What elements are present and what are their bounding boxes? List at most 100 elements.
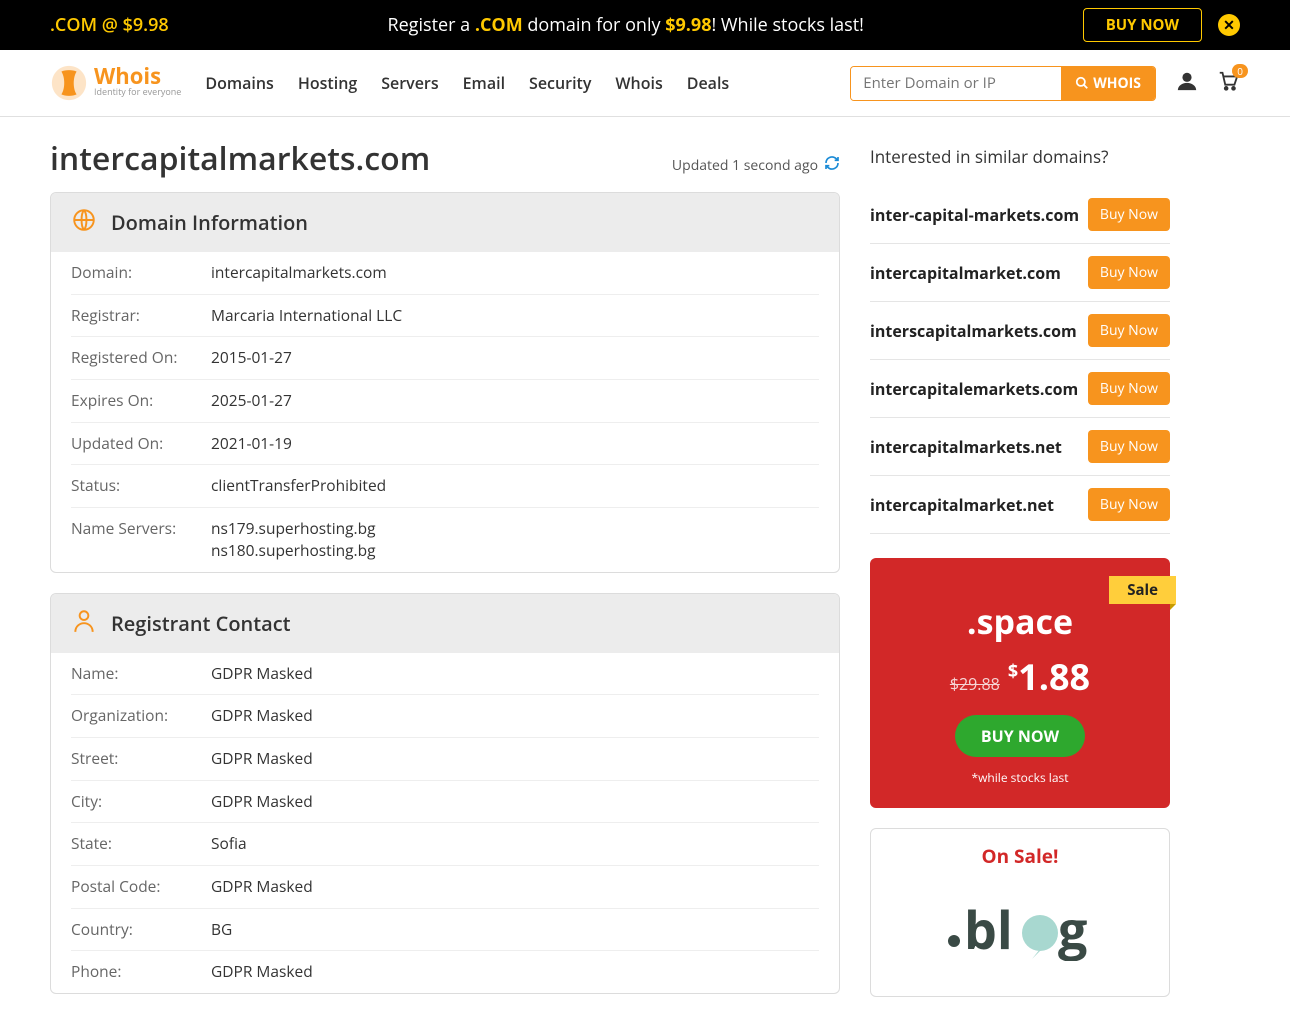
info-label: Expires On:	[71, 390, 211, 412]
promo-banner: .COM @ $9.98 Register a .COM domain for …	[0, 0, 1290, 50]
registrant-card: Registrant Contact Name:GDPR MaskedOrgan…	[50, 593, 840, 995]
svg-text:bl: bl	[964, 894, 1013, 961]
onsale-card: On Sale! bl g	[870, 828, 1170, 997]
contact-row: Country:BG	[71, 909, 819, 952]
refresh-icon[interactable]	[824, 155, 840, 176]
globe-icon	[71, 207, 97, 238]
info-label: Updated On:	[71, 433, 211, 455]
contact-value: BG	[211, 919, 819, 941]
similar-domain-row: intercapitalmarkets.net Buy Now	[870, 418, 1170, 476]
contact-row: Name:GDPR Masked	[71, 653, 819, 696]
similar-buy-button[interactable]: Buy Now	[1088, 314, 1170, 347]
contact-value: GDPR Masked	[211, 748, 819, 770]
contact-label: Organization:	[71, 705, 211, 727]
nav-whois[interactable]: Whois	[615, 72, 662, 94]
nav-servers[interactable]: Servers	[381, 72, 438, 94]
sale-domain: .space	[890, 598, 1150, 644]
similar-domain-name: intercapitalmarket.com	[870, 262, 1061, 284]
info-value: clientTransferProhibited	[211, 475, 819, 497]
page-title: intercapitalmarkets.com	[50, 137, 430, 180]
svg-text:g: g	[1058, 894, 1087, 961]
contact-value: Sofia	[211, 833, 819, 855]
logo-tagline: Identity for everyone	[94, 85, 181, 98]
contact-label: Street:	[71, 748, 211, 770]
sale-tag: Sale	[1109, 576, 1176, 604]
contact-label: City:	[71, 791, 211, 813]
domain-info-card: Domain Information Domain:intercapitalma…	[50, 192, 840, 573]
nav-domains[interactable]: Domains	[205, 72, 273, 94]
info-row: Expires On:2025-01-27	[71, 380, 819, 423]
similar-domain-name: interscapitalmarkets.com	[870, 320, 1077, 342]
nav-email[interactable]: Email	[463, 72, 505, 94]
similar-domain-row: inter-capital-markets.com Buy Now	[870, 186, 1170, 244]
sale-note: *while stocks last	[890, 769, 1150, 786]
contact-row: State:Sofia	[71, 823, 819, 866]
search-icon	[1075, 76, 1089, 90]
info-label: Domain:	[71, 262, 211, 284]
blog-logo: bl g	[885, 881, 1155, 976]
info-label: Status:	[71, 475, 211, 497]
similar-buy-button[interactable]: Buy Now	[1088, 198, 1170, 231]
site-logo[interactable]: Whois Identity for everyone	[50, 64, 181, 102]
contact-row: City:GDPR Masked	[71, 781, 819, 824]
info-value: Marcaria International LLC	[211, 305, 819, 327]
info-row: Name Servers:ns179.superhosting.bgns180.…	[71, 508, 819, 571]
registrant-heading: Registrant Contact	[111, 610, 291, 637]
similar-buy-button[interactable]: Buy Now	[1088, 430, 1170, 463]
contact-row: Phone:GDPR Masked	[71, 951, 819, 993]
logo-icon	[50, 64, 88, 102]
info-row: Registrar:Marcaria International LLC	[71, 295, 819, 338]
nav-deals[interactable]: Deals	[687, 72, 729, 94]
sale-card: Sale .space $29.88 $1.88 BUY NOW *while …	[870, 558, 1170, 808]
contact-value: GDPR Masked	[211, 876, 819, 898]
similar-domain-name: inter-capital-markets.com	[870, 204, 1079, 226]
contact-value: GDPR Masked	[211, 705, 819, 727]
sale-old-price: $29.88	[950, 673, 1000, 695]
nav-security[interactable]: Security	[529, 72, 591, 94]
promo-buy-button[interactable]: BUY NOW	[1083, 8, 1202, 42]
contact-label: Country:	[71, 919, 211, 941]
person-icon	[71, 608, 97, 639]
sale-buy-button[interactable]: BUY NOW	[955, 715, 1085, 757]
promo-close-button[interactable]: ✕	[1218, 14, 1240, 36]
info-row: Domain:intercapitalmarkets.com	[71, 252, 819, 295]
info-value: 2021-01-19	[211, 433, 819, 455]
sale-new-price: $1.88	[1008, 652, 1090, 701]
account-icon[interactable]	[1176, 70, 1198, 97]
similar-buy-button[interactable]: Buy Now	[1088, 372, 1170, 405]
cart-count-badge: 0	[1232, 64, 1248, 78]
info-label: Name Servers:	[71, 518, 211, 561]
info-value: ns179.superhosting.bgns180.superhosting.…	[211, 518, 819, 561]
domain-search-button[interactable]: WHOIS	[1061, 67, 1155, 100]
domain-search: WHOIS	[850, 66, 1156, 101]
domain-info-heading: Domain Information	[111, 209, 308, 236]
similar-domain-row: intercapitalmarket.com Buy Now	[870, 244, 1170, 302]
similar-domain-row: intercapitalmarket.netBuy Now	[870, 476, 1170, 534]
nav-hosting[interactable]: Hosting	[298, 72, 357, 94]
contact-row: Organization:GDPR Masked	[71, 695, 819, 738]
similar-buy-button[interactable]: Buy Now	[1088, 488, 1170, 521]
similar-buy-button[interactable]: Buy Now	[1088, 256, 1170, 289]
contact-label: Phone:	[71, 961, 211, 983]
info-value: intercapitalmarkets.com	[211, 262, 819, 284]
logo-name: Whois	[94, 68, 181, 86]
similar-domain-row: interscapitalmarkets.com Buy Now	[870, 302, 1170, 360]
contact-label: State:	[71, 833, 211, 855]
similar-domains-title: Interested in similar domains?	[870, 145, 1170, 168]
similar-domain-name: intercapitalmarkets.net	[870, 436, 1062, 458]
updated-text: Updated 1 second ago	[672, 156, 818, 175]
contact-value: GDPR Masked	[211, 961, 819, 983]
site-header: Whois Identity for everyone Domains Host…	[0, 50, 1290, 117]
contact-row: Street:GDPR Masked	[71, 738, 819, 781]
similar-domain-name: intercapitalemarkets.com	[870, 378, 1078, 400]
contact-value: GDPR Masked	[211, 791, 819, 813]
contact-value: GDPR Masked	[211, 663, 819, 685]
info-row: Updated On:2021-01-19	[71, 423, 819, 466]
main-nav: Domains Hosting Servers Email Security W…	[205, 72, 729, 94]
info-label: Registered On:	[71, 347, 211, 369]
info-row: Registered On:2015-01-27	[71, 337, 819, 380]
cart-icon[interactable]: 0	[1216, 70, 1240, 97]
info-label: Registrar:	[71, 305, 211, 327]
info-row: Status:clientTransferProhibited	[71, 465, 819, 508]
domain-search-input[interactable]	[851, 67, 1061, 100]
